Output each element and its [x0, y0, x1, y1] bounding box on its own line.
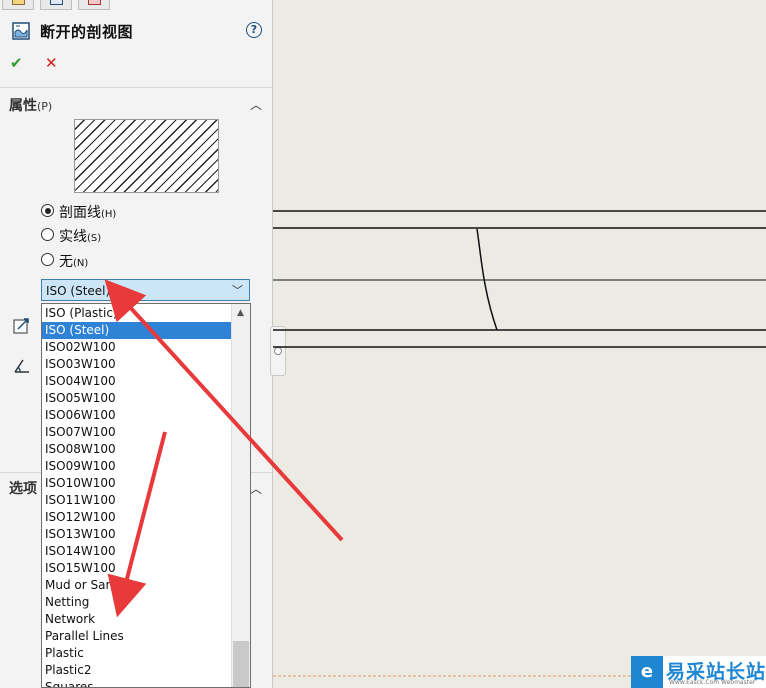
- radio-solid[interactable]: [41, 228, 54, 241]
- dropdown-option[interactable]: Mud or Sand: [42, 577, 231, 594]
- tab-config-manager[interactable]: [78, 0, 110, 10]
- property-manager-icon: [50, 0, 63, 5]
- dropdown-option[interactable]: ISO03W100: [42, 356, 231, 373]
- dropdown-option[interactable]: Plastic2: [42, 662, 231, 679]
- config-manager-icon: [88, 0, 101, 5]
- radio-none[interactable]: [41, 253, 54, 266]
- chevron-up-icon[interactable]: ︿: [250, 480, 262, 497]
- dropdown-option[interactable]: Squares: [42, 679, 231, 687]
- tab-feature-manager[interactable]: [2, 0, 34, 10]
- radio-hatch-text: 剖面线: [59, 205, 101, 221]
- logo-subtext: Www.Easck.Com Webmaster: [669, 679, 756, 686]
- radio-hatch-shortcut: (H): [101, 209, 117, 220]
- logo-badge-icon: e: [631, 656, 663, 688]
- dropdown-option[interactable]: ISO12W100: [42, 509, 231, 526]
- options-section-title: 选项: [9, 481, 37, 497]
- pattern-scale-icon: [13, 318, 29, 334]
- dropdown-option[interactable]: ISO05W100: [42, 390, 231, 407]
- drawing-canvas[interactable]: [273, 0, 766, 688]
- dropdown-option[interactable]: ISO09W100: [42, 458, 231, 475]
- radio-none-shortcut: (N): [73, 258, 89, 269]
- hatch-preview: [74, 119, 219, 193]
- chevron-down-icon[interactable]: ﹀: [232, 282, 243, 298]
- properties-section-title: 属性: [9, 98, 37, 114]
- dropdown-option[interactable]: ISO10W100: [42, 475, 231, 492]
- dropdown-option[interactable]: ISO08W100: [42, 441, 231, 458]
- dropdown-option[interactable]: Netting: [42, 594, 231, 611]
- options-section-header[interactable]: 选项: [9, 478, 37, 498]
- scroll-thumb[interactable]: [233, 641, 249, 687]
- dropdown-option[interactable]: Plastic: [42, 645, 231, 662]
- ok-checkmark-icon[interactable]: ✔: [10, 54, 23, 72]
- panel-title: 断开的剖视图: [40, 23, 134, 41]
- properties-section-shortcut: (P): [37, 100, 53, 113]
- feature-manager-icon: [12, 0, 25, 5]
- tab-property-manager[interactable]: [40, 0, 72, 10]
- dropdown-option[interactable]: ISO11W100: [42, 492, 231, 509]
- dropdown-option[interactable]: ISO13W100: [42, 526, 231, 543]
- dropdown-option[interactable]: Parallel Lines: [42, 628, 231, 645]
- hatch-pattern-dropdown-list[interactable]: ISO (Plastic) ISO (Steel) ISO02W100 ISO03W1…: [41, 303, 251, 688]
- dropdown-option[interactable]: ISO14W100: [42, 543, 231, 560]
- radio-solid-label: 实线(S): [59, 226, 101, 246]
- dropdown-option[interactable]: ISO06W100: [42, 407, 231, 424]
- watermark-logo: e 易采站长站 Www.Easck.Com Webmaster: [631, 656, 766, 688]
- property-manager-panel: 断开的剖视图 ? ✔ ✕ 属性(P) ︿ 剖面线(H) 实线(S) 无(N) 选…: [0, 0, 273, 688]
- dropdown-option[interactable]: ISO07W100: [42, 424, 231, 441]
- dropdown-option[interactable]: ISO (Plastic): [42, 305, 231, 322]
- pattern-angle-icon: [14, 359, 29, 373]
- dropdown-option[interactable]: ISO15W100: [42, 560, 231, 577]
- hatch-pattern-select[interactable]: ISO (Steel) ﹀: [41, 279, 250, 301]
- dropdown-option[interactable]: ISO02W100: [42, 339, 231, 356]
- dropdown-option[interactable]: ISO (Steel): [42, 322, 231, 339]
- radio-solid-shortcut: (S): [87, 233, 102, 244]
- divider: [0, 87, 272, 88]
- radio-hatch-label: 剖面线(H): [59, 202, 116, 222]
- radio-hatch[interactable]: [41, 204, 54, 217]
- hatch-pattern-value: ISO (Steel): [46, 284, 111, 298]
- help-icon[interactable]: ?: [246, 22, 262, 38]
- radio-solid-text: 实线: [59, 229, 87, 245]
- cancel-x-icon[interactable]: ✕: [45, 54, 58, 72]
- panel-tabs: [0, 0, 272, 10]
- radio-none-label: 无(N): [59, 251, 88, 271]
- dropdown-scrollbar[interactable]: ▲: [231, 304, 250, 687]
- dropdown-option[interactable]: ISO04W100: [42, 373, 231, 390]
- radio-none-text: 无: [59, 254, 73, 270]
- properties-section-header[interactable]: 属性(P): [9, 95, 52, 115]
- scroll-up-arrow-icon[interactable]: ▲: [237, 308, 244, 318]
- dropdown-option[interactable]: Network: [42, 611, 231, 628]
- title-bar: 断开的剖视图 ?: [10, 20, 262, 44]
- chevron-up-icon[interactable]: ︿: [250, 96, 262, 113]
- broken-out-section-icon: [12, 22, 30, 40]
